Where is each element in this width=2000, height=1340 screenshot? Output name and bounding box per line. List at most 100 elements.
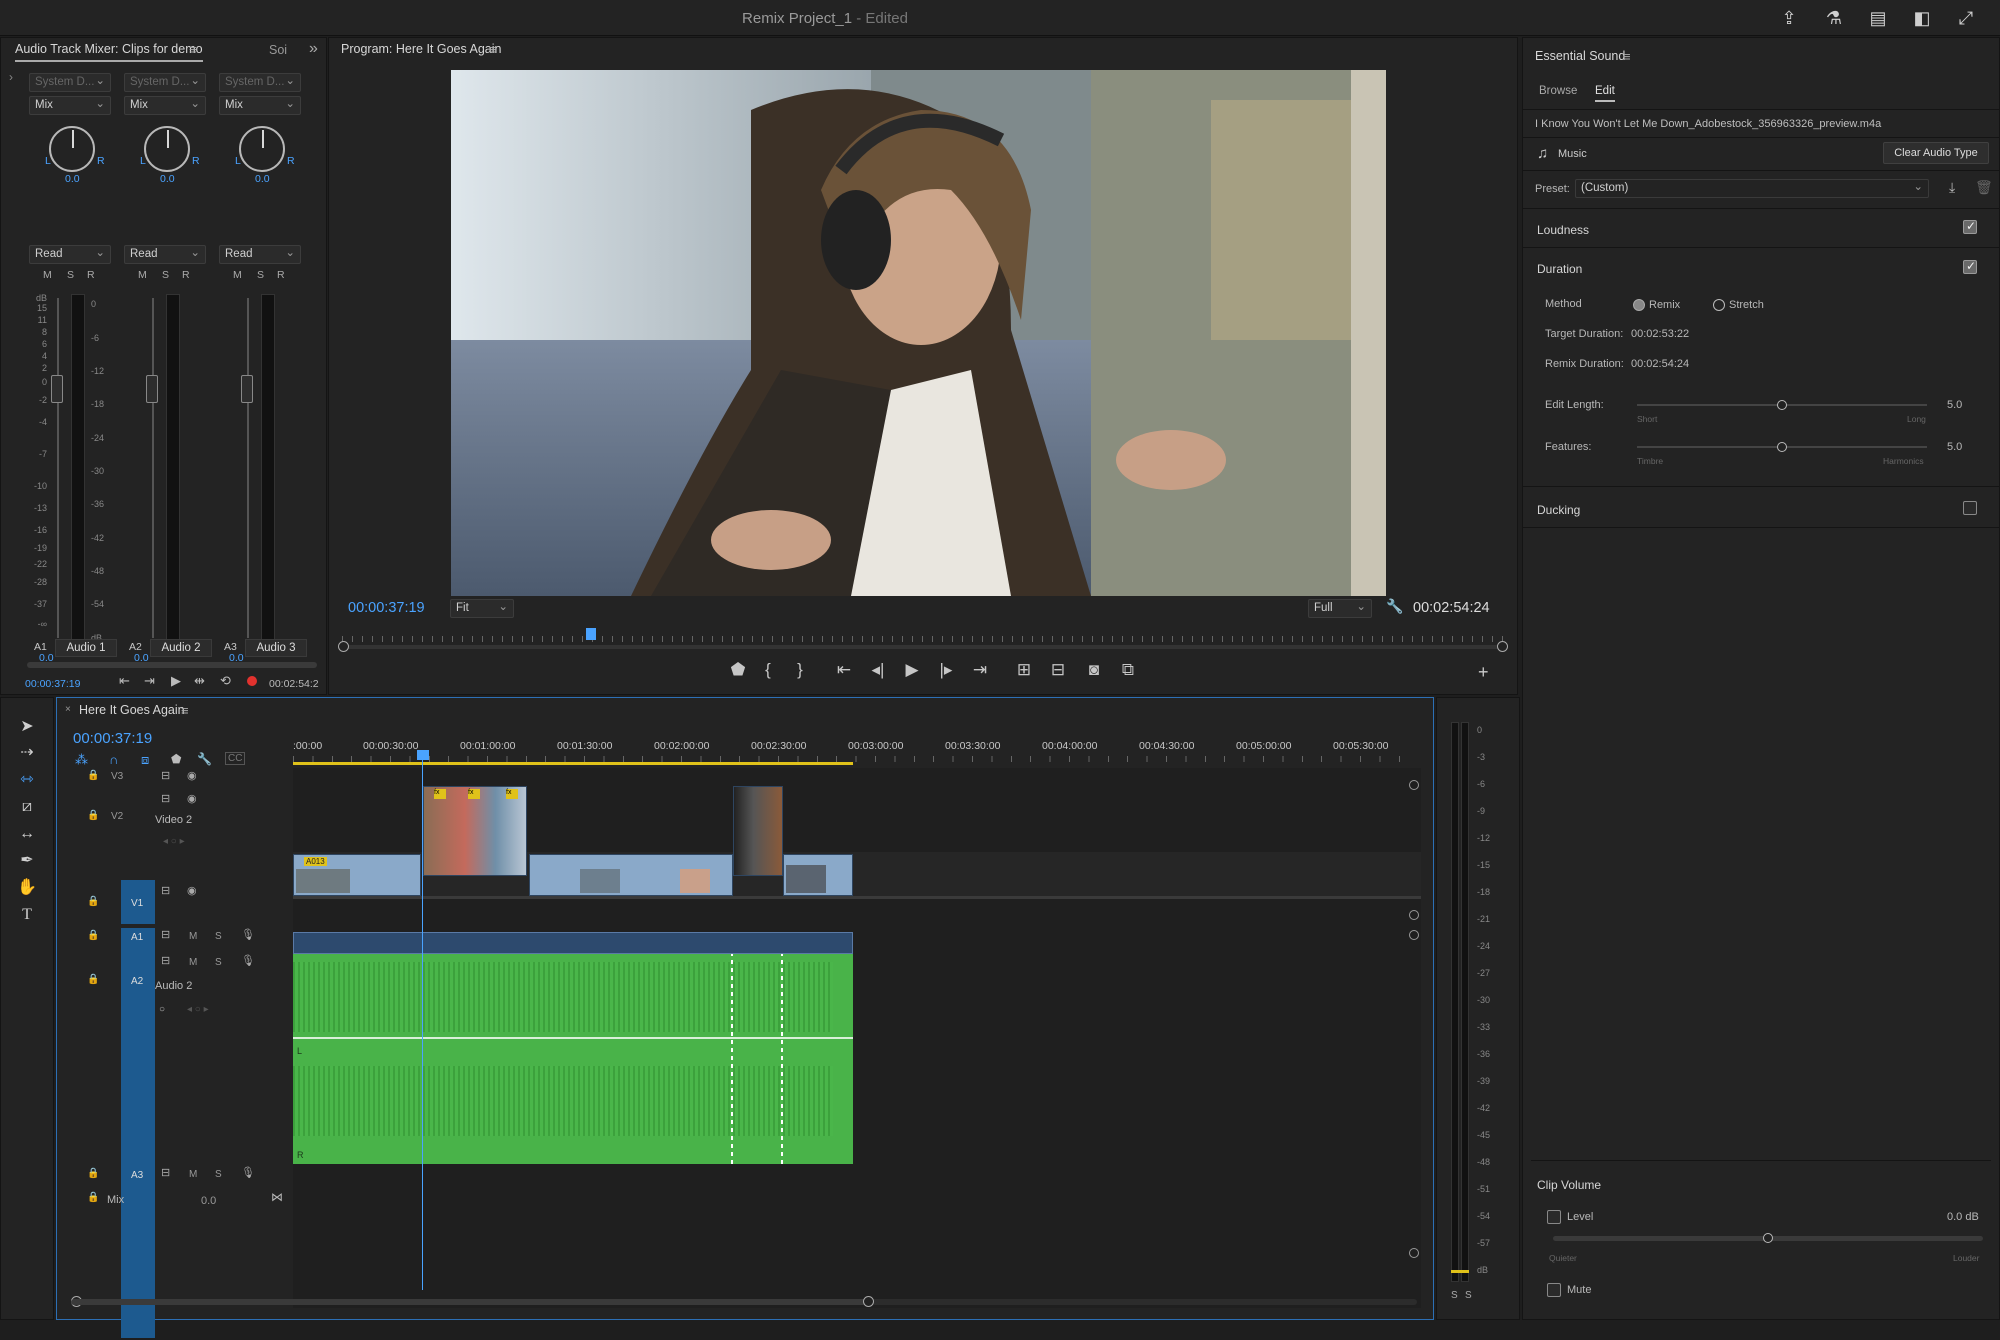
track-select-tool-icon[interactable]: ⇢	[11, 741, 43, 765]
track-name-audio-3[interactable]: Audio 3	[245, 639, 307, 657]
pan-knob[interactable]	[144, 126, 190, 172]
solo-button[interactable]: S	[215, 957, 222, 968]
pan-knob[interactable]	[239, 126, 285, 172]
clear-audio-type-button[interactable]: Clear Audio Type	[1883, 142, 1989, 164]
stretch-option-label[interactable]: Stretch	[1729, 299, 1764, 311]
volume-fader[interactable]	[146, 375, 158, 403]
scrollbar-left-handle[interactable]	[338, 641, 349, 652]
tab-edit[interactable]: Edit	[1595, 85, 1615, 102]
hand-tool-icon[interactable]: ✋	[11, 876, 43, 900]
timeline-ruler[interactable]: :00:00 00:00:30:00 00:01:00:00 00:01:30:…	[293, 740, 1463, 768]
expand-arrow-icon[interactable]: ›	[9, 70, 13, 84]
linked-selection-icon[interactable]: ⧈	[141, 752, 149, 768]
track-name-audio-2[interactable]: Audio 2	[150, 639, 212, 657]
features-value[interactable]: 5.0	[1947, 441, 1962, 453]
lock-icon[interactable]: 🔒	[87, 770, 99, 781]
automation-mode-select[interactable]: Read	[124, 245, 206, 264]
edit-length-slider-thumb[interactable]	[1777, 400, 1787, 410]
record-button[interactable]: R	[182, 269, 190, 281]
tab-source-truncated[interactable]: Soi	[269, 43, 287, 57]
add-marker-icon[interactable]: ⬟	[171, 752, 181, 766]
track-area[interactable]: fx fx fx A013 L R	[293, 750, 1421, 1308]
wrench-settings-icon[interactable]: 🔧	[1386, 598, 1403, 615]
channel-mode-select[interactable]: Mix	[124, 96, 206, 115]
v-scroll-handle[interactable]	[1409, 910, 1419, 920]
record-icon[interactable]	[247, 676, 257, 686]
edit-length-value[interactable]: 5.0	[1947, 399, 1962, 411]
lock-icon[interactable]: 🔒	[87, 1192, 99, 1203]
target-duration-value[interactable]: 00:02:53:22	[1631, 328, 1689, 340]
mix-end-icon[interactable]: ⋈	[271, 1190, 283, 1204]
snap-magnet-icon[interactable]: ∩	[109, 752, 118, 767]
track-v1-label[interactable]: V1	[131, 898, 143, 909]
pan-value[interactable]: 0.0	[160, 173, 175, 185]
slip-tool-icon[interactable]: ↔	[11, 822, 43, 846]
audio-clip-a1[interactable]	[293, 932, 853, 954]
program-video-frame[interactable]	[451, 70, 1386, 596]
video-clip-v2[interactable]: fx fx fx	[423, 786, 527, 876]
close-tab-icon[interactable]: ×	[65, 704, 71, 715]
preset-select[interactable]: (Custom)	[1575, 179, 1929, 198]
play-in-to-out-icon[interactable]: ⇹	[194, 673, 205, 689]
timeline-timecode[interactable]: 00:00:37:19	[73, 730, 152, 747]
work-area-bar[interactable]	[293, 762, 853, 765]
ducking-checkbox[interactable]	[1963, 501, 1977, 515]
pen-tool-icon[interactable]: ✒	[11, 849, 43, 873]
step-forward-icon[interactable]: |▸	[933, 660, 959, 680]
button-editor-plus-icon[interactable]: +	[1478, 662, 1489, 683]
sync-lock-icon[interactable]: ⊟	[161, 884, 170, 897]
tab-sequence[interactable]: Here It Goes Again	[79, 703, 185, 717]
duration-section-title[interactable]: Duration	[1537, 262, 1582, 276]
tab-program-monitor[interactable]: Program: Here It Goes Again	[341, 42, 502, 56]
mute-checkbox[interactable]	[1547, 1283, 1561, 1297]
lock-icon[interactable]: 🔒	[87, 810, 99, 821]
program-time-ruler[interactable]	[342, 628, 1504, 644]
program-zoom-scrollbar[interactable]	[338, 641, 1508, 652]
lock-icon[interactable]: 🔒	[87, 974, 99, 985]
pan-knob[interactable]	[49, 126, 95, 172]
microphone-icon[interactable]: 🎙	[241, 1166, 255, 1179]
solo-left-button[interactable]: S	[1451, 1290, 1458, 1301]
solo-button[interactable]: S	[257, 269, 264, 281]
volume-fader[interactable]	[241, 375, 253, 403]
source-patch-a[interactable]	[121, 928, 155, 1338]
remix-option-label[interactable]: Remix	[1649, 299, 1680, 311]
lock-icon[interactable]: 🔒	[87, 930, 99, 941]
sync-lock-icon[interactable]: ⊟	[161, 792, 170, 805]
mark-out-icon[interactable]: }	[787, 660, 813, 680]
mixer-scrollbar[interactable]	[27, 662, 317, 668]
eye-icon[interactable]: ◉	[187, 884, 197, 897]
play-icon[interactable]: ▶	[899, 660, 925, 680]
delete-preset-icon[interactable]: 🗑	[1975, 179, 1993, 196]
level-value[interactable]: 0.0 dB	[1947, 1211, 1979, 1223]
h-scroll-thumb[interactable]	[71, 1299, 867, 1305]
go-to-in-icon[interactable]: ⇤	[831, 660, 857, 680]
mute-button[interactable]: M	[189, 931, 197, 942]
ducking-section-title[interactable]: Ducking	[1537, 503, 1580, 517]
video-clip-v1[interactable]	[783, 854, 853, 896]
go-to-in-icon[interactable]: ⇤	[119, 673, 130, 689]
playback-resolution-select[interactable]: Full	[1308, 599, 1372, 618]
remix-edit-point[interactable]	[731, 954, 733, 1164]
track-name-audio-1[interactable]: Audio 1	[55, 639, 117, 657]
tab-audio-track-mixer[interactable]: Audio Track Mixer: Clips for demo	[15, 42, 203, 62]
panel-layout-icon[interactable]: ◧	[1908, 4, 1936, 32]
automation-mode-select[interactable]: Read	[29, 245, 111, 264]
track-a3-label[interactable]: A3	[131, 1170, 143, 1181]
record-button[interactable]: R	[87, 269, 95, 281]
learn-icon[interactable]: ⚗	[1820, 4, 1848, 32]
track-v3-label[interactable]: V3	[111, 771, 123, 782]
play-icon[interactable]: ▶	[171, 673, 181, 689]
keyframe-add-icon[interactable]: ○	[159, 1004, 165, 1015]
lock-icon[interactable]: 🔒	[87, 896, 99, 907]
keyframe-nav-icon[interactable]: ◂ ○ ▸	[187, 1004, 209, 1015]
tab-essential-sound[interactable]: Essential Sound	[1535, 49, 1625, 63]
level-slider-thumb[interactable]	[1763, 1233, 1773, 1243]
sync-lock-icon[interactable]: ⊟	[161, 1166, 170, 1179]
remix-edit-point[interactable]	[781, 954, 783, 1164]
scrollbar-right-handle[interactable]	[1497, 641, 1508, 652]
features-slider-thumb[interactable]	[1777, 442, 1787, 452]
solo-right-button[interactable]: S	[1465, 1290, 1472, 1301]
add-marker-icon[interactable]: ⬟	[725, 660, 751, 680]
mix-volume-value[interactable]: 0.0	[201, 1195, 216, 1207]
